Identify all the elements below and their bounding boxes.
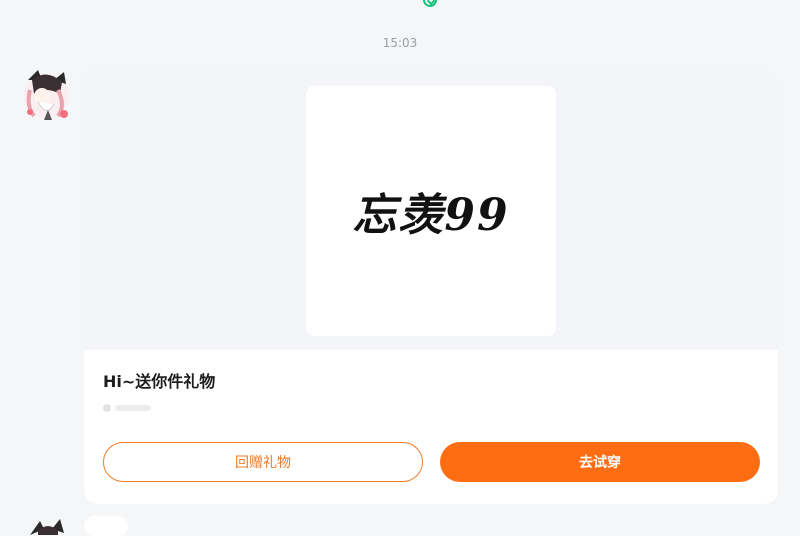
return-gift-button[interactable]: 回赠礼物: [103, 442, 423, 482]
try-on-button[interactable]: 去试穿: [440, 442, 760, 482]
gift-sender-info: [103, 402, 155, 414]
sender-name-placeholder: [115, 405, 151, 411]
gift-image-text: 忘羡99: [352, 190, 510, 241]
message-timestamp: 15:03: [382, 36, 418, 50]
gift-message-title: Hi~送你件礼物: [103, 372, 216, 391]
sender-avatar[interactable]: [20, 66, 72, 124]
next-sender-avatar[interactable]: [28, 515, 68, 535]
gift-image-area: 忘羡99: [84, 68, 778, 350]
gift-image[interactable]: 忘羡99: [306, 86, 556, 336]
gift-message-card[interactable]: 忘羡99 Hi~送你件礼物 回赠礼物 去试穿: [84, 68, 778, 504]
sender-dot-icon: [103, 404, 111, 412]
status-check-icon: [423, 0, 437, 7]
next-message-bubble[interactable]: [84, 516, 128, 536]
